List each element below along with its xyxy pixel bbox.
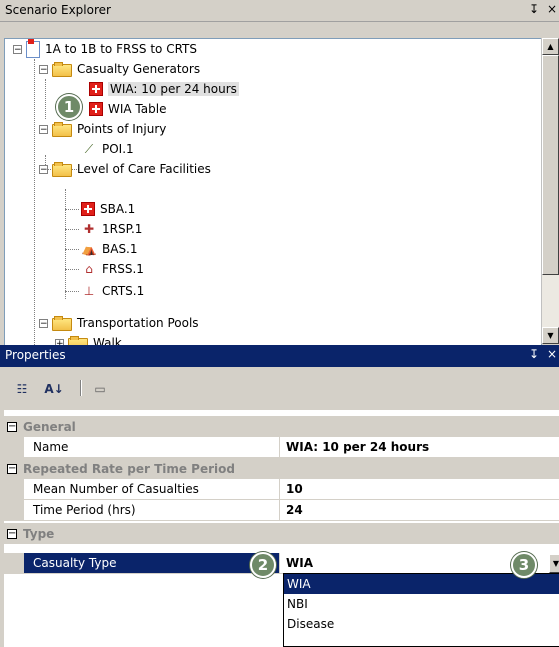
- pin-icon[interactable]: ↧: [529, 347, 539, 361]
- property-name: Name: [24, 437, 280, 457]
- property-pages-icon[interactable]: ▭: [90, 379, 110, 399]
- injury-point-icon: ⟋: [84, 142, 94, 156]
- collapse-icon[interactable]: −: [39, 64, 48, 74]
- tree-node-wia-generator[interactable]: WIA: 10 per 24 hours: [89, 79, 239, 99]
- tree-label: CRTS.1: [102, 284, 145, 298]
- tree-node-1rsp[interactable]: ✚ 1RSP.1: [81, 219, 142, 239]
- tree-label: FRSS.1: [102, 262, 144, 276]
- red-cross-icon: [89, 82, 103, 96]
- tree-scrollbar[interactable]: ▲ ▼: [541, 38, 559, 344]
- pin-icon[interactable]: ↧: [529, 2, 539, 16]
- category-label: Type: [23, 526, 55, 541]
- callout-1: 1: [56, 94, 82, 120]
- tree-node-bas[interactable]: ⛺ BAS.1: [81, 239, 138, 259]
- aid-station-icon: [81, 202, 95, 216]
- casualty-type-select[interactable]: WIA: [286, 553, 313, 573]
- collapse-icon[interactable]: −: [39, 164, 48, 174]
- dropdown-arrow-icon[interactable]: ▼: [549, 554, 559, 573]
- collapse-icon[interactable]: −: [7, 421, 17, 432]
- tree-label: Casualty Generators: [77, 62, 201, 76]
- callout-3: 3: [511, 552, 537, 578]
- folder-icon: [52, 162, 72, 177]
- category-type[interactable]: − Type: [4, 523, 559, 544]
- callout-2: 2: [250, 552, 276, 578]
- property-row-mean[interactable]: Mean Number of Casualties 10: [4, 479, 559, 500]
- surgical-facility-icon: ⌂: [85, 262, 93, 276]
- scroll-thumb[interactable]: [542, 55, 559, 275]
- casualty-type-dropdown[interactable]: WIA NBI Disease: [283, 573, 559, 647]
- property-grid: − General Name WIA: 10 per 24 hours − Re…: [4, 410, 559, 647]
- tree-label: POI.1: [102, 142, 134, 156]
- red-cross-icon: [89, 102, 103, 116]
- tree-label: 1RSP.1: [102, 222, 143, 236]
- collapse-icon[interactable]: −: [39, 124, 48, 134]
- tree-node-transportation-pools[interactable]: − Transportation Pools: [39, 313, 199, 333]
- response-unit-icon: ✚: [83, 222, 95, 236]
- tree-node-casualty-generators[interactable]: − Casualty Generators: [39, 59, 200, 79]
- property-row-casualty-type[interactable]: Casualty Type WIA: [4, 553, 559, 574]
- tree-node-poi[interactable]: ⟋ POI.1: [81, 139, 134, 159]
- property-name: Mean Number of Casualties: [24, 479, 280, 499]
- tree-label: Transportation Pools: [77, 316, 199, 330]
- close-icon[interactable]: ×: [547, 2, 557, 16]
- close-icon[interactable]: ×: [547, 347, 557, 361]
- crts-facility-icon: ⊥: [83, 284, 95, 298]
- scenario-explorer-titlebar: Scenario Explorer ↧ ×: [0, 0, 559, 22]
- property-row-name[interactable]: Name WIA: 10 per 24 hours: [4, 437, 559, 458]
- property-value[interactable]: 24: [286, 500, 303, 520]
- tree-label: Level of Care Facilities: [77, 162, 211, 176]
- alphabetical-sort-icon[interactable]: A↓: [44, 379, 64, 399]
- property-value[interactable]: WIA: 10 per 24 hours: [286, 437, 429, 457]
- tree-node-wia-table[interactable]: WIA Table: [89, 99, 166, 119]
- scroll-down-icon[interactable]: ▼: [542, 327, 559, 344]
- property-name: Casualty Type: [24, 553, 280, 573]
- collapse-icon[interactable]: −: [39, 318, 48, 328]
- tree-label: WIA Table: [108, 102, 167, 116]
- tree-node-sba[interactable]: SBA.1: [81, 199, 135, 219]
- property-value[interactable]: 10: [286, 479, 303, 499]
- property-row-period[interactable]: Time Period (hrs) 24: [4, 500, 559, 521]
- folder-icon: [52, 122, 72, 137]
- properties-toolbar: ☷ A↓ ▭: [0, 367, 559, 407]
- tree-label: 1A to 1B to FRSS to CRTS: [45, 42, 198, 56]
- folder-icon: [52, 316, 72, 331]
- tree-label: SBA.1: [100, 202, 136, 216]
- battalion-aid-icon: ⛺: [81, 242, 97, 256]
- tree-label: Points of Injury: [77, 122, 167, 136]
- scenario-explorer-title: Scenario Explorer: [5, 3, 111, 17]
- categorized-view-icon[interactable]: ☷: [12, 379, 32, 399]
- properties-title: Properties: [5, 348, 66, 362]
- folder-icon: [52, 62, 72, 77]
- tree-node-frss[interactable]: ⌂ FRSS.1: [81, 259, 144, 279]
- tree-node-level-of-care[interactable]: − Level of Care Facilities: [39, 159, 211, 179]
- tree-node-crts[interactable]: ⊥ CRTS.1: [81, 281, 144, 301]
- dropdown-option-disease[interactable]: Disease: [284, 614, 559, 634]
- property-name: Time Period (hrs): [24, 500, 280, 520]
- dropdown-option-nbi[interactable]: NBI: [284, 594, 559, 614]
- tree-node-points-of-injury[interactable]: − Points of Injury: [39, 119, 166, 139]
- category-rate[interactable]: − Repeated Rate per Time Period: [4, 458, 559, 479]
- scenario-document-icon: [26, 39, 40, 58]
- collapse-icon[interactable]: −: [7, 528, 17, 539]
- scroll-up-icon[interactable]: ▲: [542, 38, 559, 55]
- collapse-icon[interactable]: −: [7, 463, 17, 474]
- category-label: General: [23, 419, 76, 434]
- tree-node-root[interactable]: − 1A to 1B to FRSS to CRTS: [13, 39, 197, 59]
- scenario-tree[interactable]: − 1A to 1B to FRSS to CRTS − Casualty Ge…: [4, 38, 542, 346]
- tree-label: BAS.1: [102, 242, 138, 256]
- properties-titlebar: Properties ↧ ×: [0, 345, 559, 367]
- category-general[interactable]: − General: [4, 416, 559, 437]
- collapse-icon[interactable]: −: [13, 44, 22, 54]
- dropdown-option-wia[interactable]: WIA: [284, 574, 559, 594]
- tree-label: WIA: 10 per 24 hours: [108, 82, 239, 96]
- category-label: Repeated Rate per Time Period: [23, 461, 235, 476]
